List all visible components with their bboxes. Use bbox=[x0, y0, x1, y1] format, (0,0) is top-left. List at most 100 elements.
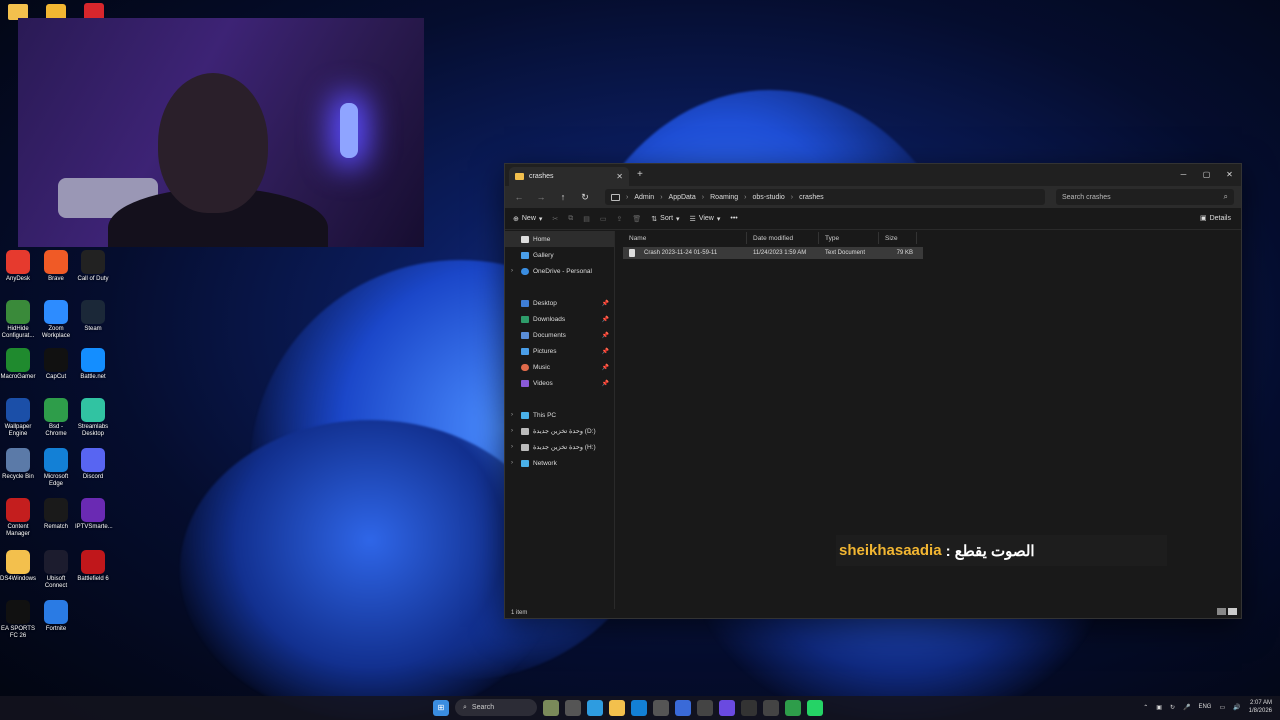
details-button[interactable]: ▣ Details bbox=[1200, 214, 1231, 223]
nav-gallery[interactable]: Gallery bbox=[505, 247, 614, 263]
desktop-icon-item[interactable]: Recycle Bin bbox=[0, 448, 36, 481]
edge-icon[interactable] bbox=[631, 699, 647, 716]
discord-icon[interactable] bbox=[719, 699, 735, 716]
sync-icon[interactable]: ↻ bbox=[1170, 704, 1175, 711]
breadcrumb[interactable]: › Admin › AppData › Roaming › obs-studio… bbox=[605, 189, 1045, 205]
nav-network[interactable]: › Network bbox=[505, 455, 614, 471]
search-input[interactable]: Search crashes ⌕ bbox=[1056, 189, 1234, 205]
nav-downloads[interactable]: Downloads 📌 bbox=[505, 311, 614, 327]
breadcrumb-item[interactable]: Admin bbox=[634, 194, 654, 201]
nav-documents[interactable]: Documents 📌 bbox=[505, 327, 614, 343]
taskbar-search[interactable]: ⌕ Search bbox=[455, 699, 537, 716]
desktop-icon-item[interactable]: Microsoft Edge bbox=[38, 448, 74, 488]
chrome-icon[interactable] bbox=[785, 699, 801, 716]
breadcrumb-item[interactable]: AppData bbox=[669, 194, 696, 201]
more-button[interactable]: ••• bbox=[730, 215, 737, 222]
desktop-icon-item[interactable]: Wallpaper Engine bbox=[0, 398, 36, 438]
breadcrumb-item[interactable]: crashes bbox=[799, 194, 824, 201]
up-button[interactable]: ↑ bbox=[557, 192, 569, 202]
new-tab-button[interactable]: + bbox=[637, 169, 643, 180]
desktop-icon-item[interactable]: Steam bbox=[75, 300, 111, 333]
widgets-icon[interactable] bbox=[543, 699, 559, 716]
nav-label: Home bbox=[533, 235, 551, 243]
nav-desktop[interactable]: Desktop 📌 bbox=[505, 295, 614, 311]
rename-icon[interactable]: ▭ bbox=[600, 215, 607, 223]
desktop-icon-item[interactable]: Call of Duty bbox=[75, 250, 111, 283]
chevron-right-icon[interactable]: › bbox=[511, 428, 513, 434]
refresh-button[interactable]: ↻ bbox=[579, 192, 591, 203]
tiles-view-icon[interactable] bbox=[1228, 608, 1237, 615]
desktop-icon-item[interactable]: Discord bbox=[75, 448, 111, 481]
desktop-icon-item[interactable]: DS4Windows bbox=[0, 550, 36, 583]
store-icon[interactable] bbox=[653, 699, 669, 716]
desktop-icon-item[interactable]: Streamlabs Desktop bbox=[75, 398, 111, 438]
delete-icon[interactable]: 🗑 bbox=[632, 215, 641, 223]
breadcrumb-item[interactable]: Roaming bbox=[710, 194, 738, 201]
file-explorer-icon[interactable] bbox=[609, 699, 625, 716]
desktop-icon-item[interactable]: AnyDesk bbox=[0, 250, 36, 283]
language-indicator[interactable]: ENG bbox=[1198, 704, 1211, 710]
file-row[interactable]: Crash 2023-11-24 01-59-11 11/24/2023 1:5… bbox=[623, 247, 923, 259]
chevron-right-icon[interactable]: › bbox=[511, 444, 513, 450]
desktop-icon-item[interactable]: CapCut bbox=[38, 348, 74, 381]
minimize-button[interactable]: ─ bbox=[1172, 164, 1195, 184]
column-name[interactable]: Name bbox=[623, 232, 747, 244]
nav-music[interactable]: Music 📌 bbox=[505, 359, 614, 375]
details-view-icon[interactable] bbox=[1217, 608, 1226, 615]
tab-crashes[interactable]: crashes ✕ bbox=[509, 167, 629, 186]
breadcrumb-item[interactable]: obs-studio bbox=[752, 194, 784, 201]
desktop-icon-item[interactable]: Zoom Workplace bbox=[38, 300, 74, 340]
app-icon[interactable] bbox=[763, 699, 779, 716]
steam-icon[interactable] bbox=[697, 699, 713, 716]
nav-thispc[interactable]: › This PC bbox=[505, 407, 614, 423]
cut-icon[interactable]: ✂ bbox=[552, 215, 558, 223]
sort-button[interactable]: ⇅ Sort ▾ bbox=[651, 215, 679, 223]
task-view-icon[interactable] bbox=[565, 699, 581, 716]
network-icon[interactable]: ▭ bbox=[1219, 704, 1225, 711]
desktop-icon-item[interactable]: Battle.net bbox=[75, 348, 111, 381]
view-button[interactable]: ☰ View ▾ bbox=[690, 215, 721, 223]
desktop-icon-item[interactable]: Ubisoft Connect bbox=[38, 550, 74, 590]
nav-drive-d[interactable]: › وحدة تخزين جديدة (D:) bbox=[505, 423, 614, 439]
new-button[interactable]: ⊕ New ▾ bbox=[513, 215, 542, 223]
volume-icon[interactable]: 🔊 bbox=[1233, 704, 1240, 711]
back-button[interactable]: ← bbox=[513, 192, 525, 202]
column-size[interactable]: Size bbox=[879, 232, 917, 244]
obs-icon[interactable] bbox=[741, 699, 757, 716]
close-tab-icon[interactable]: ✕ bbox=[616, 172, 623, 181]
paste-icon[interactable]: ▤ bbox=[583, 215, 590, 223]
outlook-icon[interactable] bbox=[675, 699, 691, 716]
desktop-icon-item[interactable]: IPTVSmarte... bbox=[75, 498, 113, 531]
mic-icon[interactable]: 🎤 bbox=[1183, 704, 1190, 711]
desktop-icon-item[interactable]: HidHide Configurat... bbox=[0, 300, 36, 340]
desktop-icon-item[interactable]: MacroGamer bbox=[0, 348, 36, 381]
desktop-icon-item[interactable]: EA SPORTS FC 26 bbox=[0, 600, 36, 640]
column-date[interactable]: Date modified bbox=[747, 232, 819, 244]
forward-button[interactable]: → bbox=[535, 192, 547, 202]
nav-pictures[interactable]: Pictures 📌 bbox=[505, 343, 614, 359]
desktop-icon-item[interactable]: Fortnite bbox=[38, 600, 74, 633]
nav-drive-h[interactable]: › وحدة تخزين جديدة (H:) bbox=[505, 439, 614, 455]
edge-icon[interactable] bbox=[587, 699, 603, 716]
nav-onedrive[interactable]: › OneDrive - Personal bbox=[505, 263, 614, 279]
chevron-right-icon[interactable]: › bbox=[511, 268, 513, 274]
column-type[interactable]: Type bbox=[819, 232, 879, 244]
desktop-icon-item[interactable]: Rematch bbox=[38, 498, 74, 531]
chevron-right-icon[interactable]: › bbox=[511, 412, 513, 418]
share-icon[interactable]: ⇪ bbox=[617, 215, 623, 223]
clock[interactable]: 2:07 AM 1/8/2026 bbox=[1249, 699, 1272, 715]
desktop-icon-item[interactable]: Content Manager bbox=[0, 498, 36, 538]
nav-home[interactable]: Home bbox=[505, 231, 614, 247]
desktop-icon-item[interactable]: Brave bbox=[38, 250, 74, 283]
chevron-right-icon[interactable]: › bbox=[511, 460, 513, 466]
desktop-icon-item[interactable]: Bsd - Chrome bbox=[38, 398, 74, 438]
start-icon[interactable]: ⊞ bbox=[433, 699, 449, 716]
chevron-up-icon[interactable]: ⌃ bbox=[1143, 704, 1148, 711]
desktop-icon-item[interactable]: Battlefield 6 bbox=[75, 550, 111, 583]
copy-icon[interactable]: ⧉ bbox=[568, 215, 573, 223]
close-button[interactable]: ✕ bbox=[1218, 164, 1241, 184]
whatsapp-icon[interactable] bbox=[807, 699, 823, 716]
maximize-button[interactable]: ▢ bbox=[1195, 164, 1218, 184]
nav-videos[interactable]: Videos 📌 bbox=[505, 375, 614, 391]
app-tray-icon[interactable]: ▣ bbox=[1156, 704, 1162, 711]
